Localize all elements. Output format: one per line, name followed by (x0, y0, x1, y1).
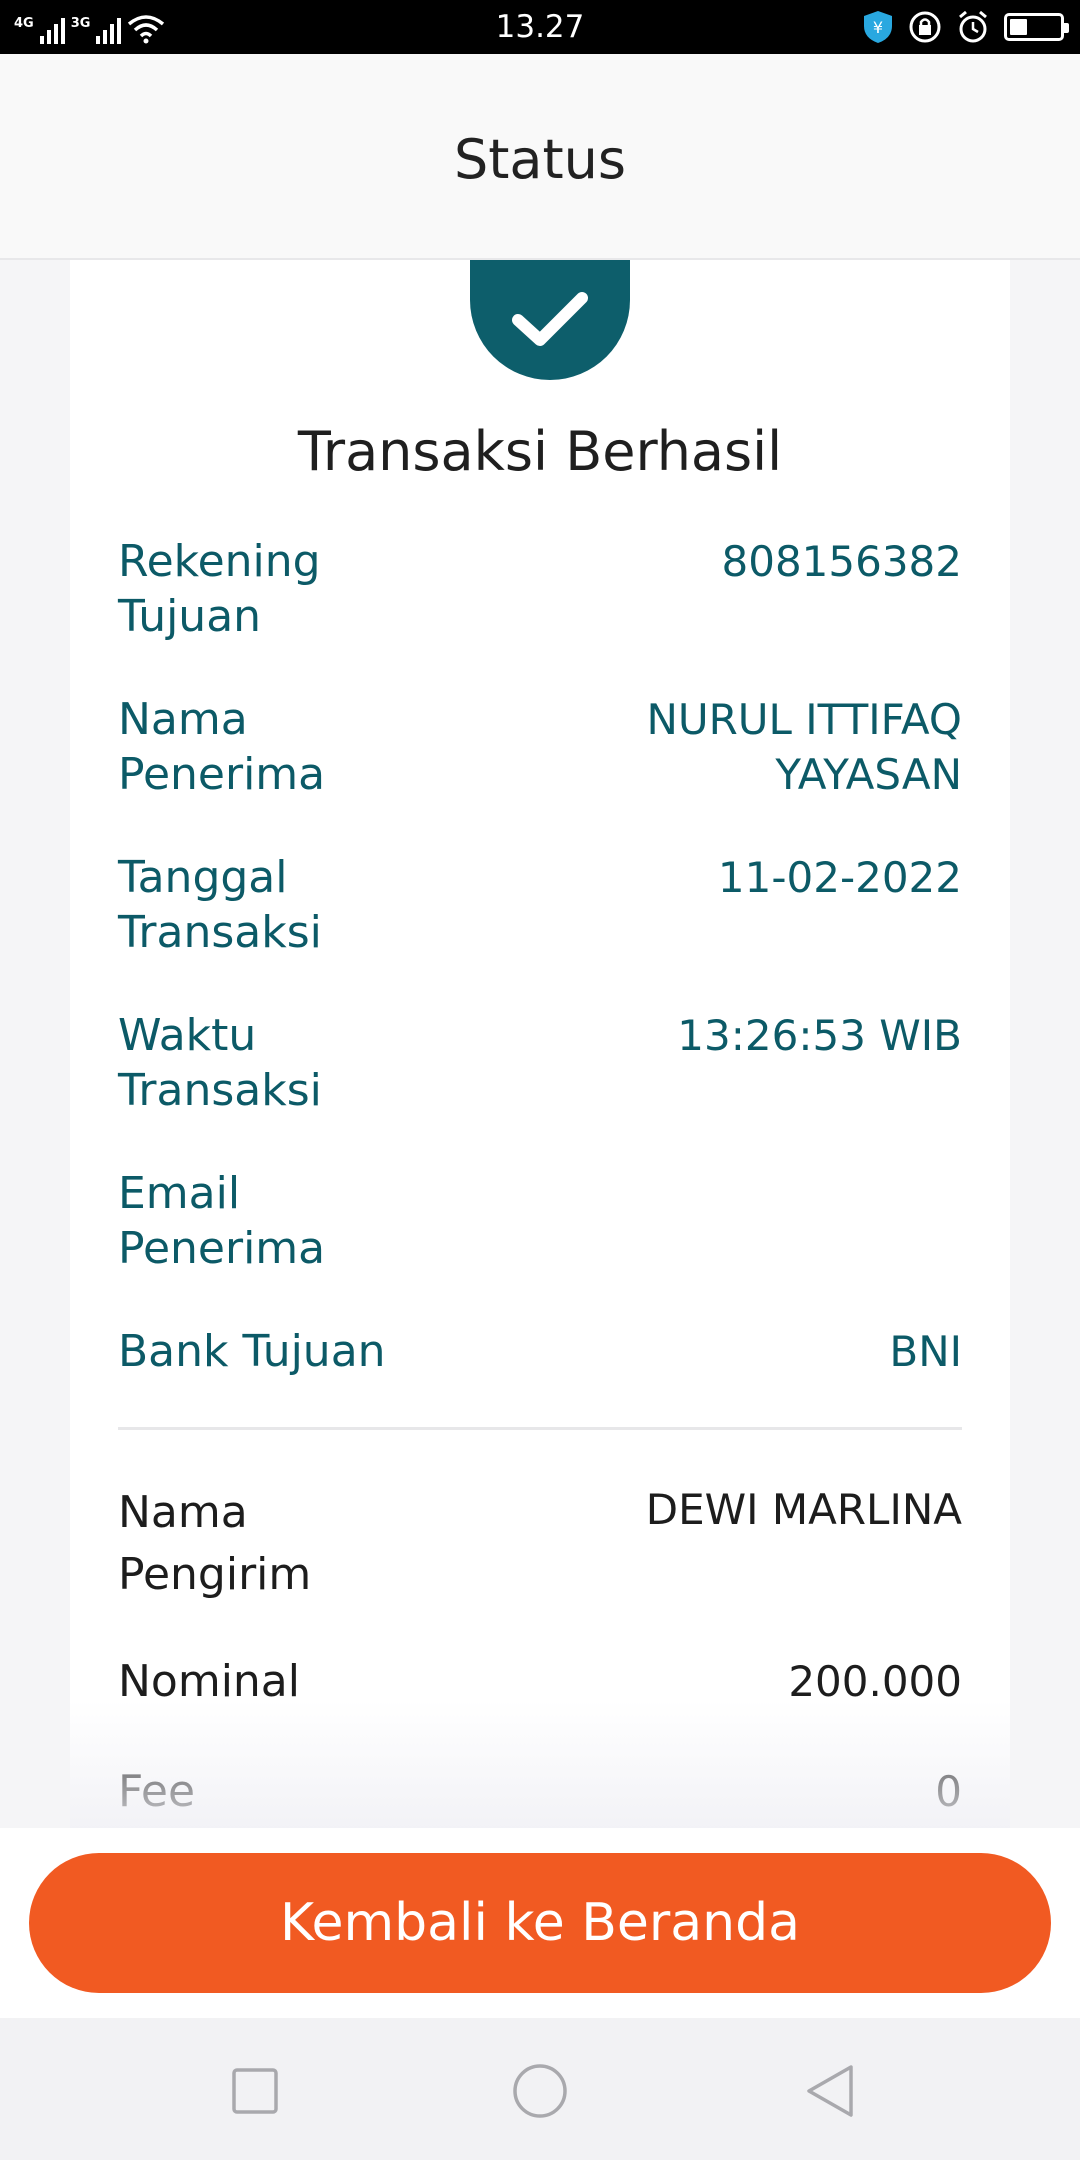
detail-row-sender: Nama Pengirim DEWI MARLINA (118, 1482, 962, 1606)
detail-label: Email Penerima (118, 1168, 326, 1274)
bottom-action-bar: Kembali ke Beranda (0, 1828, 1080, 2018)
section-divider (118, 1427, 962, 1430)
back-icon[interactable] (795, 2056, 865, 2126)
home-icon[interactable] (505, 2056, 575, 2126)
detail-row-bank: Bank Tujuan BNI (118, 1324, 962, 1379)
detail-label: Nominal (118, 1656, 300, 1707)
detail-row-time: Waktu Transaksi 13:26:53 WIB (118, 1008, 962, 1118)
detail-label: Rekening Tujuan (118, 536, 321, 642)
detail-value: NURUL ITTIFAQ YAYASAN (646, 695, 962, 799)
transaction-status-title: Transaksi Berhasil (297, 420, 783, 483)
detail-value: 808156382 (721, 537, 963, 586)
detail-label: Bank Tujuan (118, 1326, 386, 1377)
detail-value: 13:26:53 WIB (677, 1011, 962, 1060)
detail-row-recipient-name: Nama Penerima NURUL ITTIFAQ YAYASAN (118, 692, 962, 802)
detail-label: Nama Pengirim (118, 1487, 312, 1600)
detail-value: DEWI MARLINA (645, 1485, 962, 1534)
detail-label: Fee (118, 1766, 196, 1817)
detail-value: 200.000 (788, 1657, 962, 1706)
detail-label: Nama Penerima (118, 694, 326, 800)
checkmark-icon (470, 260, 630, 380)
detail-value: BNI (889, 1327, 962, 1376)
status-icons: ¥ (862, 9, 1069, 45)
detail-value: 0 (935, 1767, 962, 1816)
detail-row-fee: Fee 0 (118, 1764, 962, 1819)
page-title: Status (453, 128, 627, 191)
detail-value: 11-02-2022 (717, 853, 962, 902)
svg-text:¥: ¥ (873, 18, 883, 37)
status-bar: 4G 3G 13.27 ¥ (0, 0, 1080, 54)
detail-label: Waktu Transaksi (118, 1010, 322, 1116)
detail-row-date: Tanggal Transaksi 11-02-2022 (118, 850, 962, 960)
detail-row-email: Email Penerima (118, 1166, 962, 1276)
battery-icon (1004, 13, 1069, 41)
recent-apps-icon[interactable] (220, 2056, 290, 2126)
transaction-receipt-card: Transaksi Berhasil Rekening Tujuan 808156… (70, 260, 1010, 1828)
detail-label: Tanggal Transaksi (118, 852, 322, 958)
app-header: Status (0, 54, 1080, 260)
shield-icon: ¥ (864, 11, 892, 43)
detail-row-amount: Nominal 200.000 (118, 1654, 962, 1709)
back-to-home-button[interactable]: Kembali ke Beranda (29, 1853, 1051, 1993)
system-navigation-bar (0, 2018, 1080, 2160)
alarm-icon (959, 10, 987, 43)
detail-row-account: Rekening Tujuan 808156382 (118, 534, 962, 644)
lock-rotation-icon (909, 11, 941, 43)
